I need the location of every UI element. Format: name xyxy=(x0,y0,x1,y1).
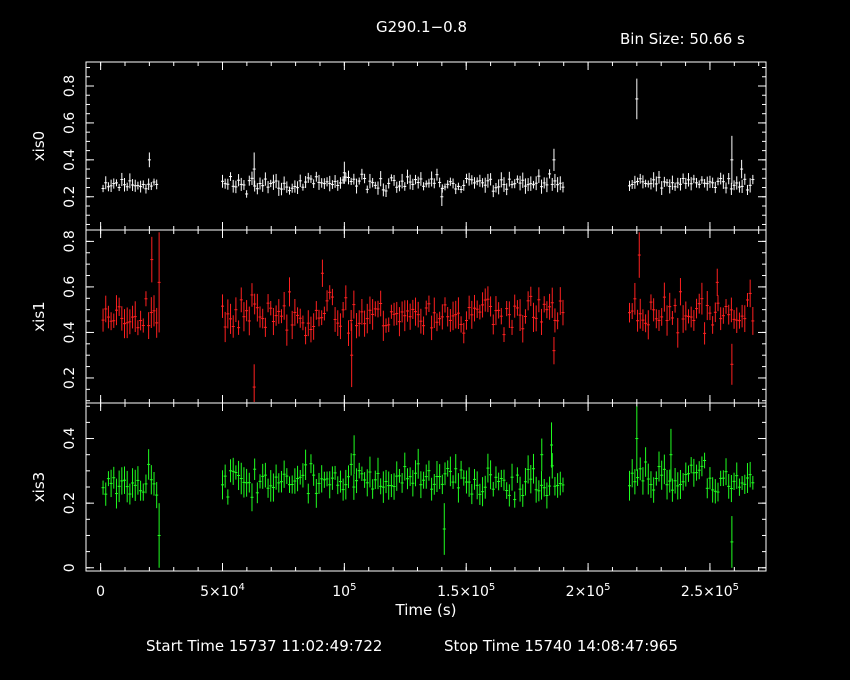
ytick-label-xis0: 0.8 xyxy=(62,75,78,97)
ytick-label-xis0: 0.4 xyxy=(62,149,78,171)
light-curve-chart: 0.2 0.4 0.6 0.8 xis0 0.2 0.4 0.6 0.8 xis1 0 0.2 0.4 x… xyxy=(30,61,767,619)
ytick-label-xis1: 0.8 xyxy=(62,230,78,252)
panel-frame-xis1 xyxy=(85,229,767,404)
chart-title: G290.1−0.8 xyxy=(376,18,467,36)
start-time-label: Start Time 15737 11:02:49:722 xyxy=(146,637,383,655)
ylabel-xis1: xis1 xyxy=(30,301,48,331)
xtick-label: 2.5×105 xyxy=(681,582,739,600)
xtick-label: 0 xyxy=(96,584,105,600)
ytick-label-xis3: 0 xyxy=(62,563,78,572)
bin-size-label: Bin Size: 50.66 s xyxy=(620,30,745,48)
stop-time-label: Stop Time 15740 14:08:47:965 xyxy=(444,637,678,655)
ytick-label-xis1: 0.6 xyxy=(62,276,78,298)
panel-frame-xis0 xyxy=(85,61,767,231)
xtick-label: 105 xyxy=(332,582,356,600)
ytick-label-xis1: 0.4 xyxy=(62,321,78,343)
ytick-label-xis1: 0.2 xyxy=(62,367,78,389)
ylabel-xis3: xis3 xyxy=(30,472,48,502)
ylabel-xis0: xis0 xyxy=(30,131,48,161)
xlabel: Time (s) xyxy=(395,601,457,619)
ytick-label-xis0: 0.6 xyxy=(62,112,78,134)
xtick-label: 2×105 xyxy=(566,582,611,600)
xtick-label: 1.5×105 xyxy=(437,582,495,600)
xtick-label: 5×104 xyxy=(200,582,245,600)
ytick-label-xis3: 0.4 xyxy=(62,427,78,449)
ytick-label-xis0: 0.2 xyxy=(62,186,78,208)
ytick-label-xis3: 0.2 xyxy=(62,492,78,514)
